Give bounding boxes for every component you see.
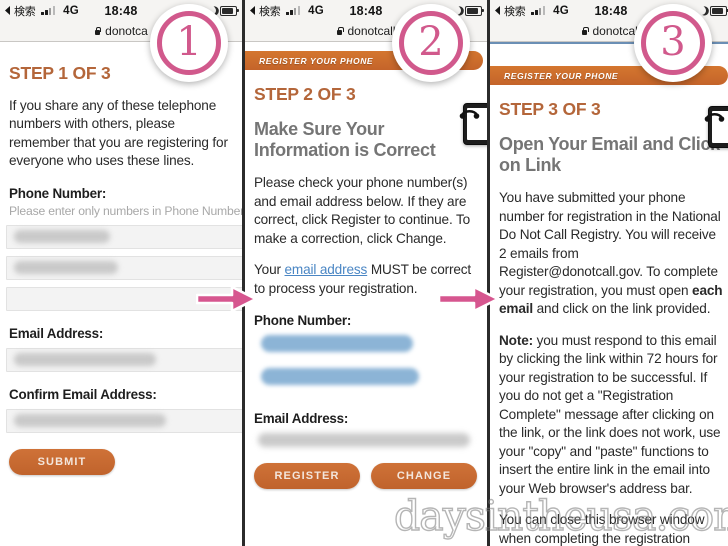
phone-number-label-1: Phone Number:	[9, 185, 107, 201]
status-bar-right	[697, 5, 728, 16]
banner-label: REGISTER YOUR PHONE	[504, 70, 619, 81]
page-heading-2: Make Sure Your Information is Correct	[254, 119, 436, 161]
network-type-label: 4G	[553, 4, 569, 17]
badge-number: 3	[660, 19, 686, 65]
note-text: you must respond to this email by clicki…	[499, 332, 721, 496]
redacted-value	[14, 229, 110, 243]
step-title-2: STEP 2 OF 3	[254, 84, 356, 104]
back-arrow-icon[interactable]	[250, 6, 255, 15]
battery-icon	[710, 5, 728, 16]
signal-bars-icon	[41, 6, 56, 15]
change-button[interactable]: CHANGE	[371, 463, 477, 490]
redacted-email-value	[258, 433, 470, 448]
phone-number-input-1[interactable]	[6, 224, 242, 249]
badge-number: 2	[418, 19, 444, 65]
battery-icon	[465, 5, 484, 16]
lock-icon	[94, 27, 102, 35]
url-text: donotcall	[347, 24, 396, 38]
carrier-back-label: 検索	[14, 4, 36, 18]
note-label: Note:	[499, 332, 533, 348]
lock-icon	[581, 27, 589, 35]
close-window-paragraph: You can close this browser window when c…	[499, 512, 705, 546]
clock-label: 18:48	[104, 3, 138, 18]
instructions-paragraph-2: Please check your phone number(s) and em…	[254, 175, 471, 246]
register-button[interactable]: REGISTER	[254, 463, 360, 490]
step-badge-1: 1	[150, 4, 228, 82]
submission-text-b: and click on the link provided.	[533, 301, 711, 317]
email-address-input[interactable]	[6, 347, 242, 372]
carrier-back-label: 検索	[504, 4, 526, 18]
clock-label: 18:48	[594, 3, 628, 18]
step-title-3: STEP 3 OF 3	[499, 99, 601, 119]
page-heading-3: Open Your Email and Click on Link	[499, 134, 720, 176]
network-type-label: 4G	[308, 4, 324, 17]
flow-arrow-2-to-3	[438, 285, 500, 313]
panel-1-actions: SUBMIT	[9, 448, 233, 475]
submit-button[interactable]: SUBMIT	[9, 448, 115, 475]
three-panel-tutorial: 検索 4G 18:48 donotca STEP 1 OF 3 If you s…	[0, 0, 728, 546]
status-bar-left: 検索 4G	[5, 3, 79, 19]
panel-step-3: 検索 4G 18:48 donotcall REGISTER YOUR PHON…	[490, 0, 728, 546]
banner-label: REGISTER YOUR PHONE	[259, 55, 374, 66]
note-paragraph: Note: you must respond to this email by …	[499, 332, 723, 498]
step-badge-2: 2	[392, 4, 470, 82]
step-badge-3: 3	[634, 4, 712, 82]
redacted-value	[14, 413, 166, 427]
lock-icon	[336, 27, 344, 35]
redacted-phone-value-2	[261, 368, 419, 386]
submission-paragraph: You have submitted your phone number for…	[499, 189, 723, 318]
email-address-link[interactable]: email address	[285, 262, 368, 277]
intro-paragraph-1: If you share any of these telephone numb…	[9, 98, 228, 169]
phone-number-hint-1: Please enter only numbers in Phone Numbe…	[9, 203, 242, 218]
url-text: donotca	[105, 24, 148, 38]
email-address-label-2: Email Address:	[254, 411, 349, 427]
battery-icon	[220, 5, 239, 16]
url-text: donotcall	[592, 24, 641, 38]
phone-handset-icon	[704, 106, 728, 148]
network-type-label: 4G	[63, 4, 79, 17]
signal-bars-icon	[286, 6, 301, 15]
submission-text-a: You have submitted your phone number for…	[499, 190, 721, 298]
signal-bars-icon	[531, 6, 546, 15]
badge-number: 1	[176, 19, 202, 65]
status-bar-left: 検索 4G	[495, 3, 569, 19]
back-arrow-icon[interactable]	[5, 6, 10, 15]
back-arrow-icon[interactable]	[495, 6, 500, 15]
email-address-label: Email Address:	[9, 325, 104, 341]
panel-step-1: 検索 4G 18:48 donotca STEP 1 OF 3 If you s…	[0, 0, 245, 546]
redacted-value	[14, 260, 118, 274]
panel-2-actions: REGISTER CHANGE	[254, 463, 478, 490]
page-content-3: REGISTER YOUR PHONE STEP 3 OF 3 Open You…	[490, 42, 728, 546]
redacted-value	[14, 352, 156, 366]
redacted-phone-value-1	[261, 335, 413, 353]
phone-number-input-2[interactable]	[6, 255, 242, 280]
confirm-email-address-input[interactable]	[6, 408, 242, 433]
phone-number-label-2: Phone Number:	[254, 313, 352, 329]
panel-step-2: 検索 4G 18:48 donotcall REGISTER YOUR PHON…	[245, 0, 490, 546]
carrier-back-label: 検索	[259, 4, 281, 18]
status-bar-left: 検索 4G	[250, 3, 324, 19]
confirm-email-address-label: Confirm Email Address:	[9, 386, 157, 402]
flow-arrow-1-to-2	[196, 285, 258, 313]
email-notice-before: Your	[254, 262, 285, 278]
clock-label: 18:48	[349, 3, 383, 18]
phone-handset-icon	[459, 103, 487, 145]
